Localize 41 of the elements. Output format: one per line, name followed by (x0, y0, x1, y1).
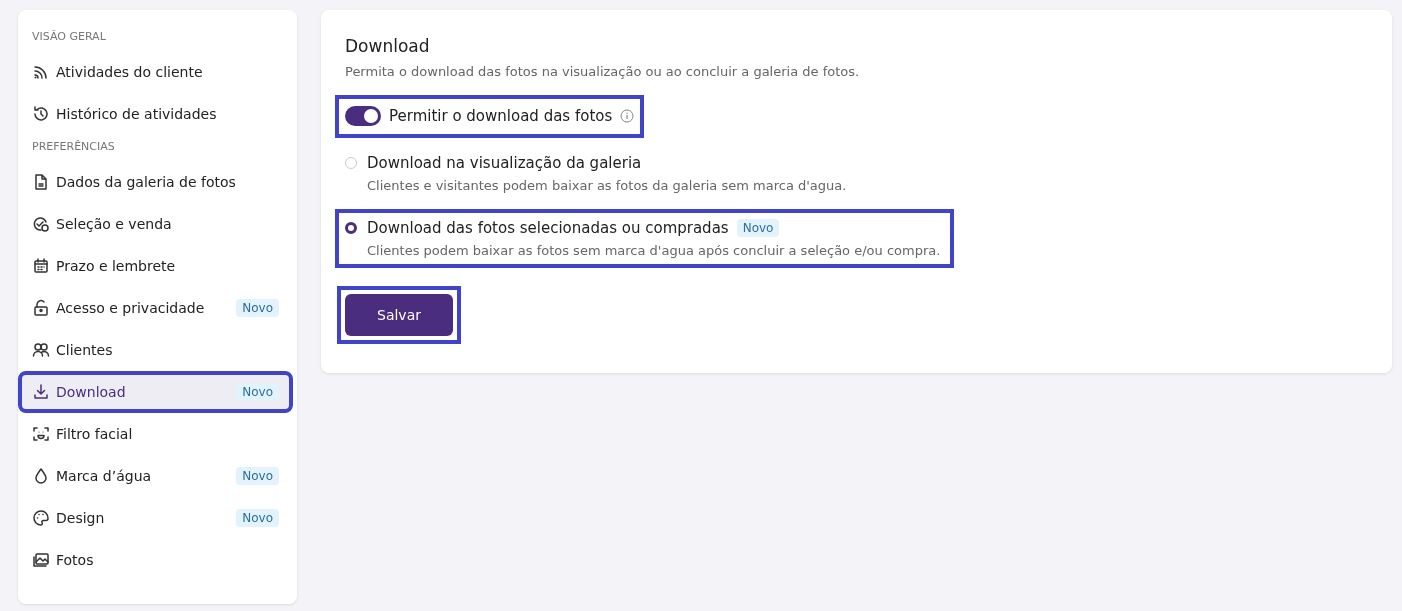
sidebar-item[interactable]: Marca d’água Novo (22, 459, 289, 493)
sidebar-item[interactable]: Dados da galeria de fotos (22, 165, 289, 199)
check-coin-icon (32, 215, 50, 233)
document-icon (32, 173, 50, 191)
option-label: Download das fotos selecionadas ou compradas (367, 219, 729, 237)
toggle-switch[interactable] (345, 106, 381, 126)
download-icon (32, 383, 50, 401)
info-icon[interactable] (620, 109, 635, 123)
face-scan-icon (32, 425, 50, 443)
sidebar-item[interactable]: Filtro facial (22, 417, 289, 451)
history-icon (32, 105, 50, 123)
lock-icon (32, 299, 50, 317)
new-badge: Novo (236, 509, 279, 527)
panel-description: Permita o download das fotos na visualização ou ao concluir a galeria de fotos. (345, 64, 860, 79)
palette-icon (32, 509, 50, 527)
images-icon (32, 551, 50, 569)
sidebar-item[interactable]: Fotos (22, 543, 289, 577)
rss-icon (32, 63, 50, 81)
option-label: Download na visualização da galeria (367, 154, 642, 172)
sidebar-item[interactable]: Histórico de atividades (22, 97, 289, 131)
sidebar-item[interactable]: Prazo e lembrete (22, 249, 289, 283)
section-heading: VISÃO GERAL (32, 30, 106, 43)
panel-title: Download (345, 36, 430, 56)
new-badge: Novo (236, 299, 279, 317)
new-badge: Novo (736, 219, 780, 237)
new-badge: Novo (236, 467, 279, 485)
toggle-label: Permitir o download das fotos (389, 107, 613, 125)
drop-icon (32, 467, 50, 485)
sidebar-item[interactable]: Atividades do cliente (22, 55, 289, 89)
sidebar-item[interactable]: Acesso e privacidade Novo (22, 291, 289, 325)
sidebar-item[interactable]: Seleção e venda (22, 207, 289, 241)
option-description: Clientes e visitantes podem baixar as fotos da galeria sem marca d'agua. (367, 178, 847, 193)
radio-button[interactable] (345, 222, 357, 234)
option-description: Clientes podem baixar as fotos sem marca d'agua após concluir a seleção e/ou compra. (367, 243, 941, 258)
sidebar-item[interactable]: Design Novo (22, 501, 289, 535)
save-button[interactable]: Salvar (345, 294, 453, 336)
sidebar-item[interactable]: Clientes (22, 333, 289, 367)
calendar-icon (32, 257, 50, 275)
users-icon (32, 341, 50, 359)
new-badge: Novo (236, 383, 279, 401)
section-heading: PREFERÊNCIAS (32, 140, 115, 153)
